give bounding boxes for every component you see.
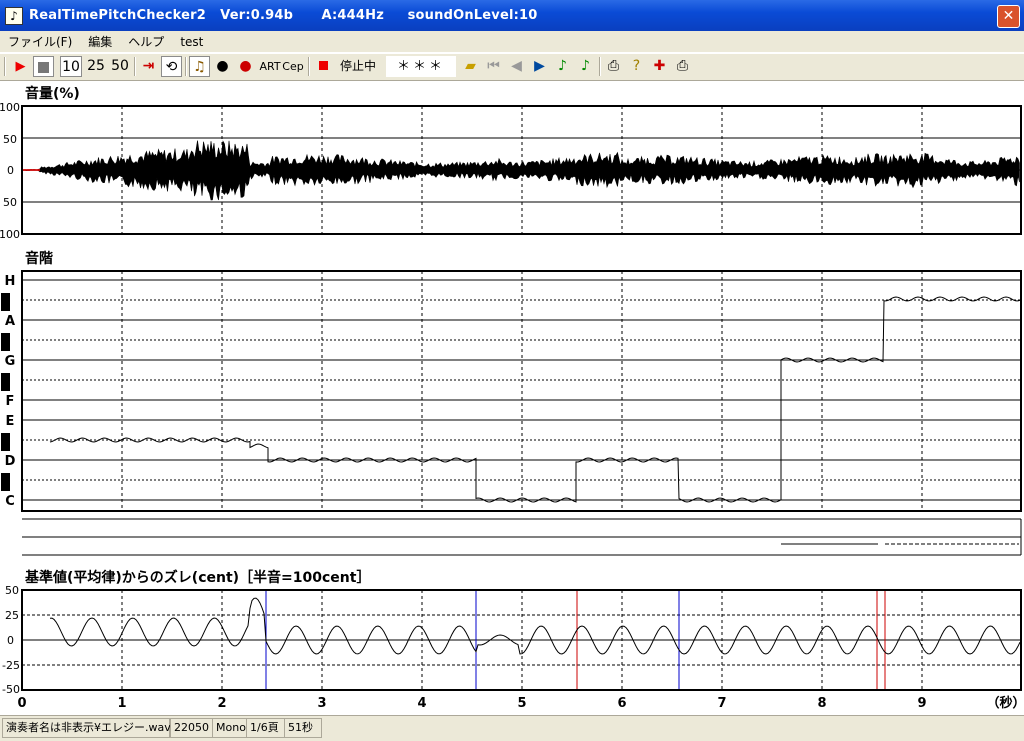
title-bar: ♪ RealTimePitchChecker2 Ver:0.94b A:444H… xyxy=(0,0,1024,31)
x-axis-ticks: 0 1 2 3 4 5 6 7 8 9 xyxy=(17,696,926,711)
x-tick-label: 4 xyxy=(417,696,426,711)
note-label-d: D xyxy=(5,454,16,469)
note-label-g: G xyxy=(5,354,16,369)
stop-icon xyxy=(38,62,49,73)
window-title: RealTimePitchChecker2 Ver:0.94b A:444Hz … xyxy=(29,8,538,23)
app-icon: ♪ xyxy=(5,6,23,25)
x-tick-label: 2 xyxy=(217,696,226,711)
note-label-e: E xyxy=(6,414,15,429)
black-key xyxy=(1,473,10,491)
jump-to-end-icon[interactable]: ⇥ xyxy=(138,56,159,77)
x-tick-label: 3 xyxy=(317,696,326,711)
record-stop-icon xyxy=(316,56,330,77)
person-icon[interactable]: ● xyxy=(212,56,233,77)
toolbar-separator xyxy=(134,57,136,76)
x-tick-label: 9 xyxy=(917,696,926,711)
print-alt-icon[interactable]: ⎙ xyxy=(672,56,693,77)
note-green-icon[interactable]: ♪ xyxy=(552,56,573,77)
art-button[interactable]: ART xyxy=(259,56,281,77)
volume-waveform xyxy=(21,140,1020,201)
first-page-icon[interactable]: ⏮ xyxy=(483,56,504,77)
status-duration: 51秒 xyxy=(284,718,322,738)
toolbar-separator xyxy=(599,57,601,76)
scale-grid xyxy=(22,271,1021,511)
cep-button[interactable]: Cep xyxy=(282,56,304,77)
x-tick-label: 8 xyxy=(817,696,826,711)
black-key xyxy=(1,293,10,311)
black-key xyxy=(1,433,10,451)
deviation-panel-title: 基準値(平均律)からのズレ(cent)［半音=100cent］ xyxy=(25,569,370,586)
scale-panel-title: 音階 xyxy=(25,250,53,267)
folder-open-icon[interactable]: ▰ xyxy=(460,56,481,77)
deviation-tick-minus-50: -50 xyxy=(2,683,20,696)
speed-50-button[interactable]: 50 xyxy=(108,56,132,77)
x-tick-label: 7 xyxy=(717,696,726,711)
menu-bar: ファイル(F) 編集 ヘルプ test xyxy=(0,31,1024,52)
close-button[interactable]: ✕ xyxy=(997,5,1020,28)
x-tick-label: 1 xyxy=(117,696,126,711)
toolbar-separator xyxy=(308,57,310,76)
menu-edit[interactable]: 編集 xyxy=(80,33,120,50)
black-key xyxy=(1,333,10,351)
status-file-name: 演奏者名は非表示¥エレジー.wav xyxy=(2,718,171,738)
toolbar-separator xyxy=(185,57,187,76)
black-key xyxy=(1,373,10,391)
volume-tick-100-neg: 100 xyxy=(0,228,20,241)
note-label-h: H xyxy=(5,274,16,289)
note-label-c: C xyxy=(5,494,15,509)
play-icon[interactable]: ▶ xyxy=(10,56,31,77)
speed-10-button[interactable]: 10 xyxy=(60,56,82,77)
speed-25-button[interactable]: 25 xyxy=(84,56,108,77)
status-label: 停止中 xyxy=(339,59,376,73)
octave-indicator-strip xyxy=(22,518,1022,556)
x-tick-label: 5 xyxy=(517,696,526,711)
deviation-tick-minus-25: -25 xyxy=(2,659,20,672)
x-tick-label: 0 xyxy=(17,696,26,711)
deviation-tick-25: 25 xyxy=(5,609,19,622)
violin-icon[interactable]: ♫ xyxy=(189,56,210,77)
note-green-alt-icon[interactable]: ♪ xyxy=(575,56,596,77)
volume-panel-title: 音量(%) xyxy=(25,85,80,102)
status-sample-rate: 22050 xyxy=(170,718,218,738)
toolbar: ▶ 10 25 50 ⇥ ⟲ ♫ ● ● ART Cep 停止中 ＊＊＊ ▰ ⏮… xyxy=(0,53,1024,81)
menu-file[interactable]: ファイル(F) xyxy=(0,33,80,50)
help-icon[interactable]: ? xyxy=(626,56,647,77)
next-page-icon[interactable]: ▶ xyxy=(529,56,550,77)
print-icon[interactable]: ⎙ xyxy=(603,56,624,77)
pitch-graph-area: 音量(%) 100 50 0 50 100 音階 H A G F E D C 基… xyxy=(0,85,1024,711)
marker-icon[interactable]: ✚ xyxy=(649,56,670,77)
stop-button[interactable] xyxy=(33,56,54,77)
piano-keyboard: H A G F E D C xyxy=(1,274,16,509)
status-bar: 演奏者名は非表示¥エレジー.wav 22050 Mono 1/6頁 51秒 xyxy=(0,715,1024,741)
prev-page-icon[interactable]: ◀ xyxy=(506,56,527,77)
volume-tick-100: 100 xyxy=(0,101,20,114)
person-red-icon[interactable]: ● xyxy=(235,56,256,77)
menu-test[interactable]: test xyxy=(172,35,211,49)
loop-icon[interactable]: ⟲ xyxy=(161,56,182,77)
deviation-line xyxy=(49,597,1021,655)
note-display: ＊＊＊ xyxy=(386,56,456,77)
deviation-tick-50: 50 xyxy=(5,584,19,597)
volume-tick-50: 50 xyxy=(3,133,17,146)
note-label-f: F xyxy=(6,394,15,409)
volume-tick-0: 0 xyxy=(7,164,14,177)
x-tick-label: 6 xyxy=(617,696,626,711)
menu-help[interactable]: ヘルプ xyxy=(120,33,172,50)
x-axis-unit-label: （秒） xyxy=(986,695,1024,711)
toolbar-separator xyxy=(4,57,6,76)
volume-tick-50-neg: 50 xyxy=(3,196,17,209)
deviation-tick-0: 0 xyxy=(7,634,14,647)
deviation-grid xyxy=(22,590,1021,690)
note-label-a: A xyxy=(5,314,15,329)
